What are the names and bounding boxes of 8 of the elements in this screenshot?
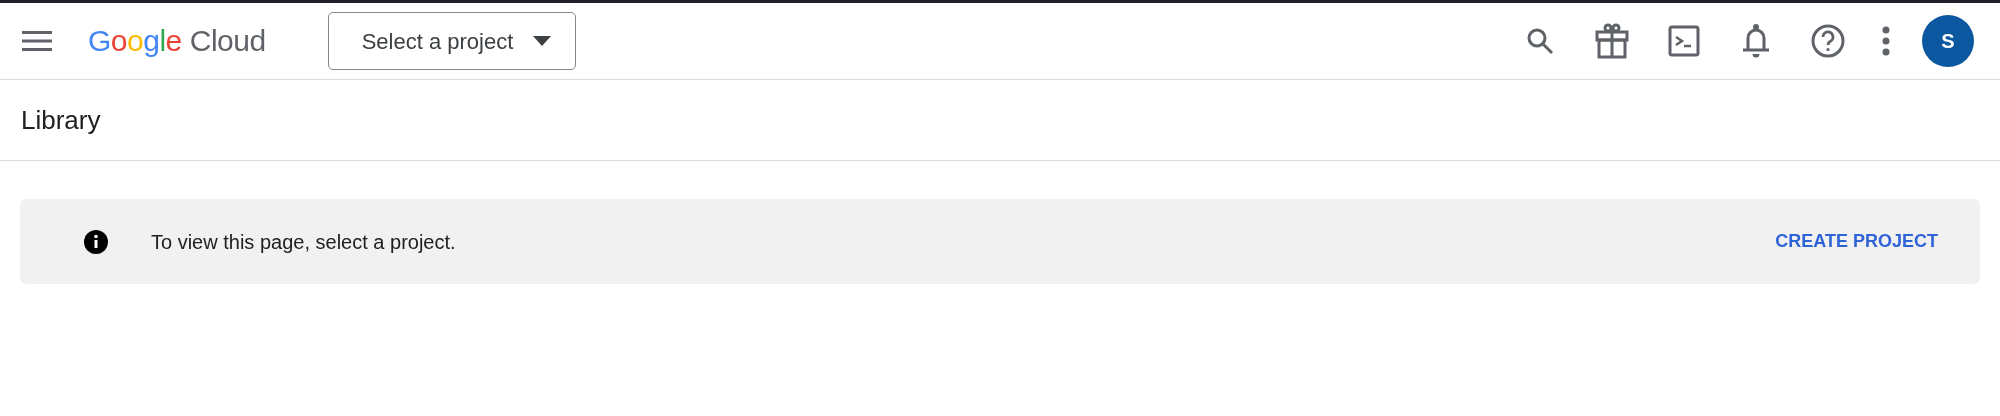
project-picker[interactable]: Select a project: [327, 12, 576, 70]
info-icon: [84, 229, 108, 254]
page-title: Library: [21, 103, 101, 137]
banner-message: To view this page, select a project.: [151, 229, 456, 255]
caret-icon: [532, 36, 551, 46]
avatar[interactable]: S: [1922, 15, 1974, 67]
google-cloud-logo[interactable]: Google Cloud: [88, 26, 266, 56]
create-project-link[interactable]: CREATE PROJECT: [1773, 224, 1940, 259]
